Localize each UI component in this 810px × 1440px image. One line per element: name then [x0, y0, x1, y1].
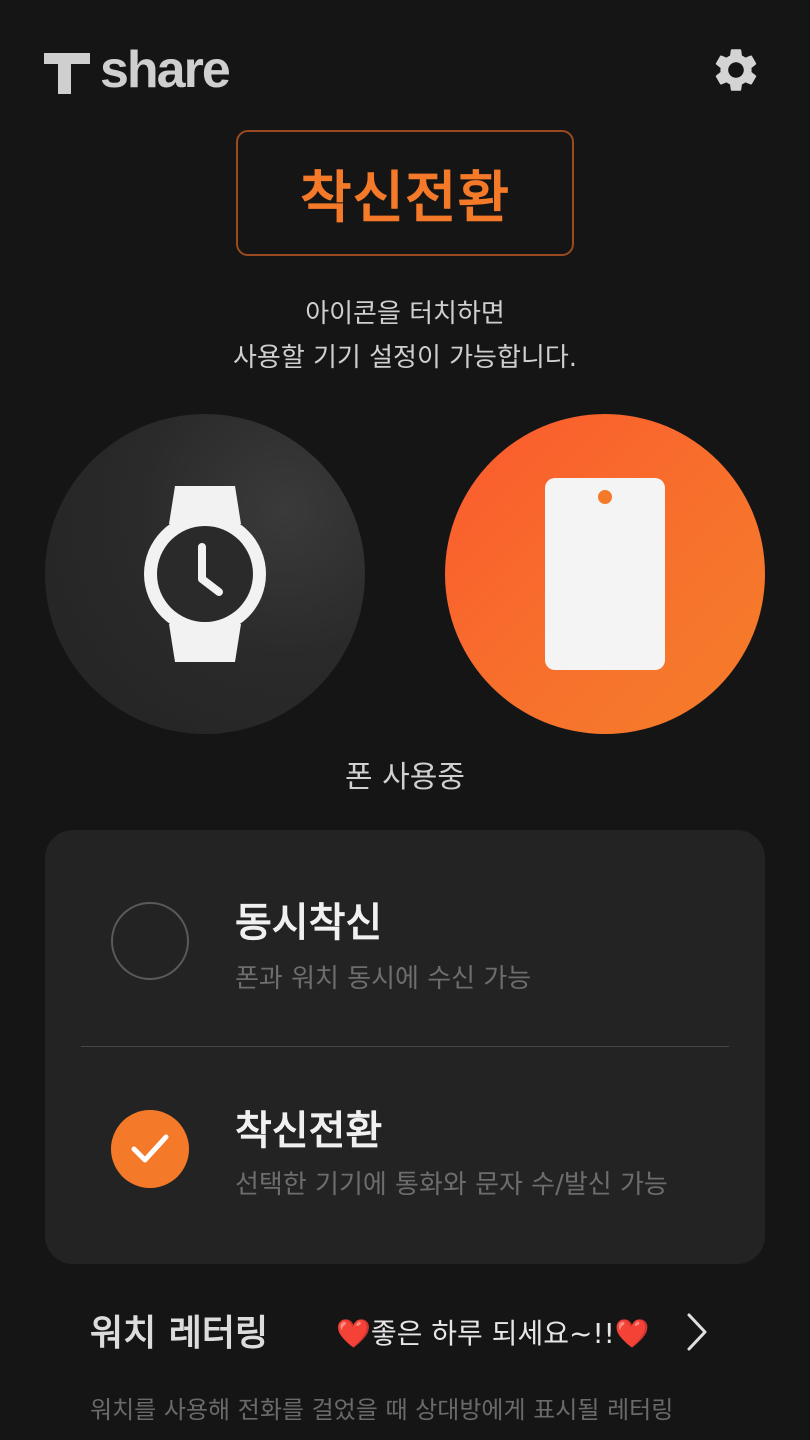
mode-options-card: 동시착신 폰과 워치 동시에 수신 가능 착신전환 선택한 기기에 통화와 문자…: [45, 830, 765, 1264]
phone-device-button[interactable]: [445, 414, 765, 734]
radio-unchecked[interactable]: [111, 902, 189, 980]
checkmark-icon: [131, 1134, 169, 1163]
mode-badge: 착신전환: [236, 130, 574, 256]
option-call-forwarding[interactable]: 착신전환 선택한 기기에 통화와 문자 수/발신 가능: [45, 1052, 765, 1252]
option-description: 폰과 워치 동시에 수신 가능: [235, 964, 532, 994]
option-title: 착신전환: [235, 1108, 383, 1154]
option-simultaneous[interactable]: 동시착신 폰과 워치 동시에 수신 가능: [45, 838, 765, 1038]
gear-icon[interactable]: [710, 44, 762, 96]
divider: [81, 1046, 729, 1047]
lettering-footnote: 워치를 사용해 전화를 걸었을 때 상대방에게 표시될 레터링: [90, 1396, 674, 1424]
device-status-text: 폰 사용중: [345, 760, 465, 795]
watch-lettering-row[interactable]: 워치 레터링 ❤️좋은 하루 되세요~!!❤️: [90, 1296, 730, 1366]
hint-line-2: 사용할 기기 설정이 가능합니다.: [232, 343, 578, 373]
chevron-right-icon[interactable]: [684, 1312, 710, 1352]
lettering-value: ❤️좋은 하루 되세요~!!❤️: [336, 1317, 650, 1350]
radio-checked[interactable]: [111, 1110, 189, 1188]
option-description: 선택한 기기에 통화와 문자 수/발신 가능: [235, 1170, 668, 1200]
hint-line-1: 아이콘을 터치하면: [305, 299, 505, 329]
phone-icon: [545, 478, 665, 670]
watch-device-button[interactable]: [45, 414, 365, 734]
logo-text: share: [100, 41, 231, 99]
app-logo: share: [44, 40, 231, 100]
option-title: 동시착신: [235, 900, 383, 946]
lettering-label: 워치 레터링: [90, 1313, 269, 1354]
logo-t-mark: [44, 46, 90, 94]
watch-icon: [144, 486, 266, 662]
